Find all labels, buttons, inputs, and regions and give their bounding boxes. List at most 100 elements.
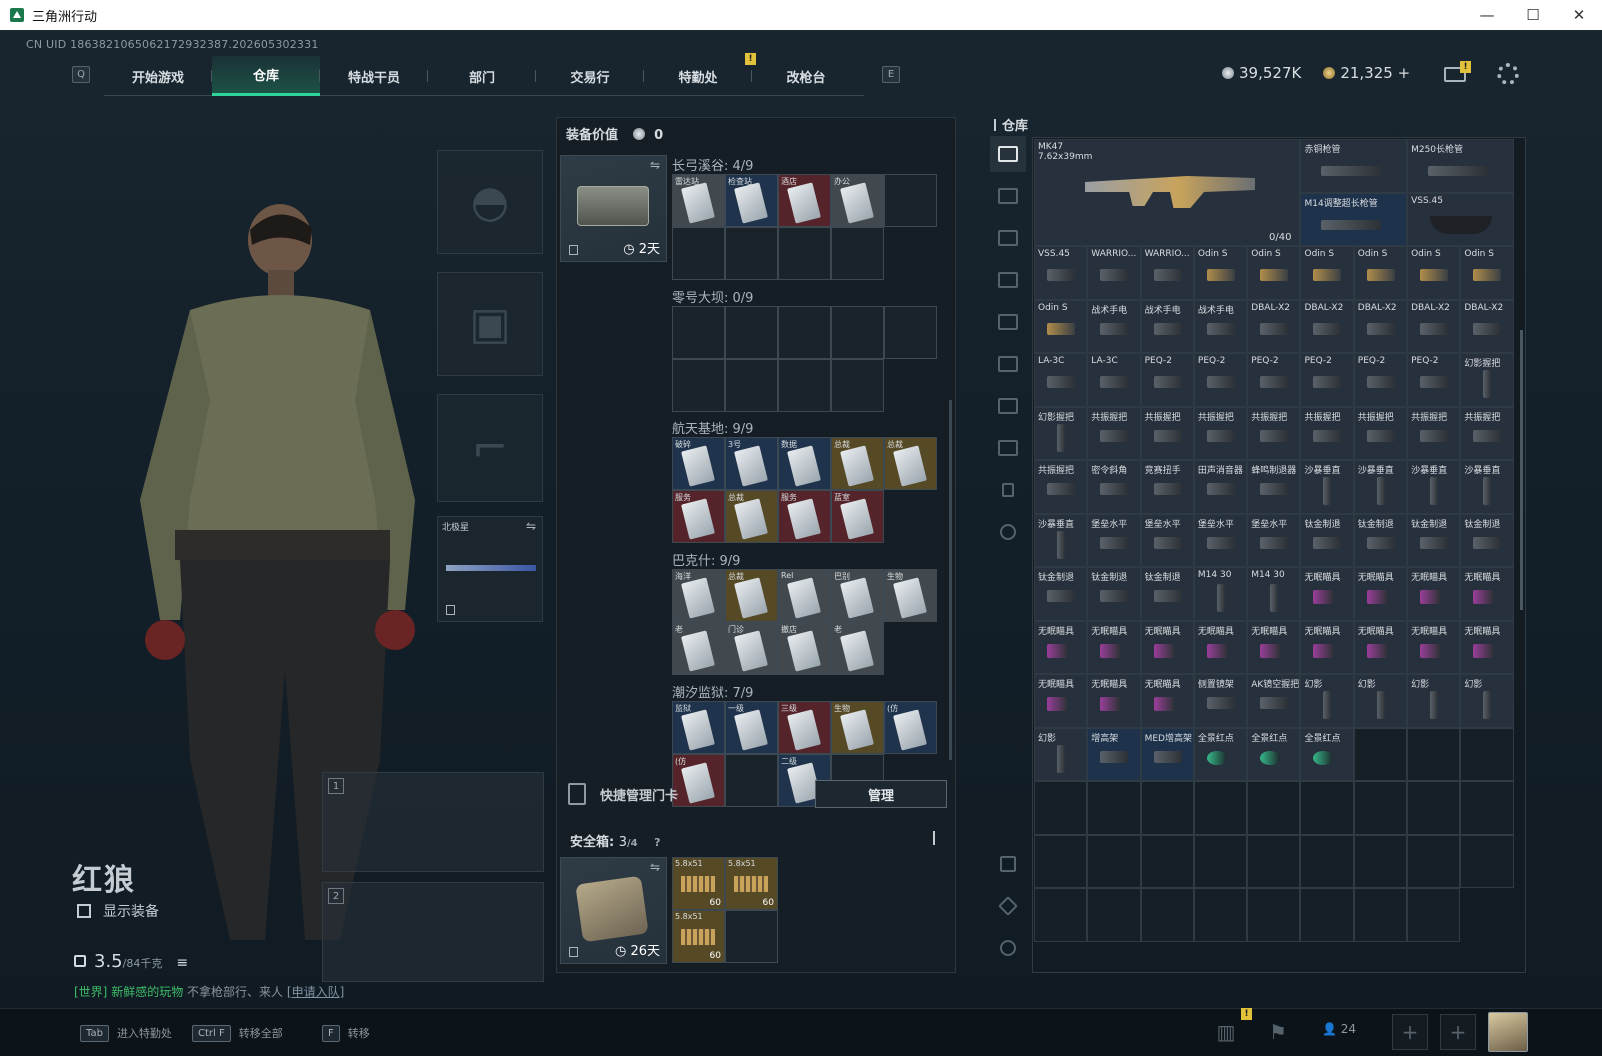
empty-warehouse-slot[interactable]: [1247, 888, 1301, 942]
empty-card-slot[interactable]: [831, 227, 884, 280]
empty-warehouse-slot[interactable]: [1460, 727, 1514, 781]
tab-special-ops[interactable]: 特勤处: [644, 56, 752, 96]
nav-next-key[interactable]: E: [882, 66, 900, 83]
empty-card-slot[interactable]: [672, 306, 725, 359]
warehouse-item[interactable]: 无眠瞄具: [1300, 567, 1354, 621]
add-currency-button[interactable]: +: [1398, 64, 1411, 82]
warehouse-item[interactable]: 钛金制退: [1034, 567, 1088, 621]
keycard-item[interactable]: 办公: [831, 174, 884, 227]
warehouse-item[interactable]: M14 30: [1247, 567, 1301, 621]
warehouse-item[interactable]: 蜂鸣制退器: [1247, 460, 1301, 514]
show-gear-checkbox[interactable]: [77, 904, 91, 918]
warehouse-item[interactable]: LA-3C: [1087, 353, 1141, 407]
warehouse-item[interactable]: 钛金制退: [1087, 567, 1141, 621]
warehouse-item[interactable]: 幻影: [1300, 674, 1354, 728]
warehouse-item[interactable]: 共振握把: [1460, 406, 1514, 460]
warehouse-item[interactable]: 无眠瞄具: [1353, 620, 1408, 674]
secondary-weapon-slot[interactable]: 2: [322, 882, 544, 982]
safebox-case[interactable]: ⇋ ◷ 26天: [560, 857, 667, 964]
warehouse-item[interactable]: 幻影: [1353, 674, 1408, 728]
warehouse-tab-all[interactable]: [990, 136, 1026, 172]
warehouse-item[interactable]: 无眠瞄具: [1300, 620, 1354, 674]
warehouse-item[interactable]: DBAL-X2: [1247, 299, 1301, 353]
empty-card-slot[interactable]: [672, 227, 725, 280]
keycard-item[interactable]: 总裁: [725, 490, 778, 543]
warehouse-item[interactable]: 共振握把: [1407, 406, 1461, 460]
warehouse-item[interactable]: 沙暴垂直: [1353, 460, 1408, 514]
warehouse-item[interactable]: 堡垒水平: [1247, 513, 1301, 567]
warehouse-item[interactable]: WARRIO...: [1087, 246, 1141, 300]
warehouse-tab-1[interactable]: [990, 178, 1026, 214]
warehouse-item[interactable]: 田声消音器: [1193, 460, 1248, 514]
warehouse-item[interactable]: M14 30: [1193, 567, 1248, 621]
empty-card-slot[interactable]: [725, 227, 778, 280]
warehouse-item[interactable]: MED增高架: [1140, 727, 1194, 781]
keycard-item[interactable]: 总裁: [831, 437, 884, 490]
warehouse-item[interactable]: PEQ-2: [1353, 353, 1408, 407]
empty-warehouse-slot[interactable]: [1407, 834, 1461, 888]
keycard-item[interactable]: 蓝室: [831, 490, 884, 543]
ammo-item[interactable]: 5.8x51 60: [672, 910, 725, 963]
empty-warehouse-slot[interactable]: [1034, 888, 1088, 942]
warehouse-item[interactable]: VSS.45: [1407, 192, 1514, 246]
warehouse-item[interactable]: 共振握把: [1353, 406, 1408, 460]
warehouse-item[interactable]: PEQ-2: [1247, 353, 1301, 407]
empty-warehouse-slot[interactable]: [1034, 834, 1088, 888]
warehouse-item[interactable]: 幻影: [1460, 674, 1514, 728]
keycard-case[interactable]: ⇋ ◷ 2天: [560, 155, 667, 262]
warehouse-tab-6[interactable]: [990, 388, 1026, 424]
warehouse-item[interactable]: 堡垒水平: [1193, 513, 1248, 567]
hotkey-transfer[interactable]: F 转移: [322, 1019, 370, 1047]
empty-warehouse-slot[interactable]: [1460, 834, 1514, 888]
tab-gunsmith[interactable]: 改枪台: [752, 56, 860, 96]
empty-warehouse-slot[interactable]: [1353, 834, 1408, 888]
warehouse-item[interactable]: DBAL-X2: [1353, 299, 1408, 353]
warehouse-item[interactable]: 增高架: [1087, 727, 1141, 781]
manage-button[interactable]: 管理: [815, 780, 947, 808]
armor-slot[interactable]: ▣: [437, 272, 543, 376]
warehouse-item[interactable]: 幻影: [1034, 727, 1088, 781]
warehouse-tab-settings[interactable]: [990, 514, 1026, 550]
warehouse-item[interactable]: AK镜空握把: [1247, 674, 1301, 728]
empty-warehouse-slot[interactable]: [1300, 834, 1354, 888]
empty-warehouse-slot[interactable]: [1460, 781, 1514, 835]
chat-sender[interactable]: 新鲜感的玩物: [111, 985, 183, 999]
ammo-item[interactable]: 5.8x51 60: [672, 857, 725, 910]
tab-operators[interactable]: 特战干员: [320, 56, 428, 96]
empty-warehouse-slot[interactable]: [1247, 834, 1301, 888]
add-teammate-button-1[interactable]: +: [1392, 1014, 1428, 1050]
warehouse-item[interactable]: 共振握把: [1087, 406, 1141, 460]
empty-warehouse-slot[interactable]: [1407, 781, 1461, 835]
empty-card-slot[interactable]: [778, 359, 831, 412]
empty-warehouse-slot[interactable]: [1034, 781, 1088, 835]
keycard-item[interactable]: 服务: [778, 490, 831, 543]
warehouse-tab-profile[interactable]: [990, 846, 1026, 882]
warehouse-item[interactable]: 共振握把: [1247, 406, 1301, 460]
empty-warehouse-slot[interactable]: [1300, 781, 1354, 835]
tab-start-game[interactable]: 开始游戏: [104, 56, 212, 96]
keycard-item[interactable]: 生物: [884, 569, 937, 622]
empty-warehouse-slot[interactable]: [1353, 727, 1408, 781]
warehouse-item[interactable]: VSS.45: [1034, 246, 1088, 300]
minimize-button[interactable]: —: [1464, 0, 1510, 30]
empty-card-slot[interactable]: [725, 306, 778, 359]
warehouse-item[interactable]: 密令斜角: [1087, 460, 1141, 514]
weight-detail-icon[interactable]: ≡: [176, 955, 188, 971]
warehouse-item[interactable]: 无眠瞄具: [1034, 620, 1088, 674]
empty-card-slot[interactable]: [778, 306, 831, 359]
warehouse-tab-4[interactable]: [990, 304, 1026, 340]
keycard-item[interactable]: 门诊: [725, 622, 778, 675]
empty-card-slot[interactable]: [672, 359, 725, 412]
keycard-item[interactable]: 总裁: [884, 437, 937, 490]
keycard-item[interactable]: Rel: [778, 569, 831, 622]
empty-warehouse-slot[interactable]: [1087, 888, 1141, 942]
warehouse-item[interactable]: Odin S: [1034, 299, 1088, 353]
warehouse-item[interactable]: 沙暴垂直: [1460, 460, 1514, 514]
warehouse-item[interactable]: 幻影: [1407, 674, 1461, 728]
empty-warehouse-slot[interactable]: [1407, 727, 1461, 781]
warehouse-item[interactable]: 无眠瞄具: [1087, 674, 1141, 728]
warehouse-item[interactable]: 全景红点: [1193, 727, 1248, 781]
keycard-item[interactable]: (仿: [884, 701, 937, 754]
keycard-item[interactable]: 三级: [778, 701, 831, 754]
warehouse-tab-7[interactable]: [990, 430, 1026, 466]
